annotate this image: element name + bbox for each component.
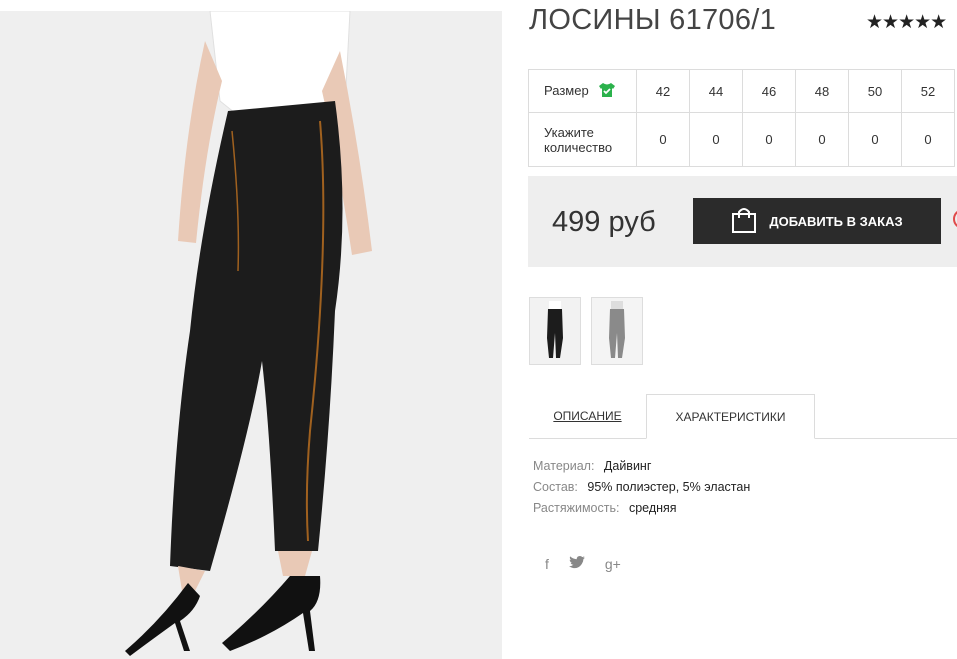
shopping-bag-icon bbox=[731, 206, 757, 237]
property-row: Растяжимость: средняя bbox=[533, 498, 750, 519]
price: 499 руб bbox=[552, 206, 656, 238]
quantity-input[interactable]: 0 bbox=[742, 112, 796, 167]
property-key: Состав: bbox=[533, 480, 578, 494]
size-option[interactable]: 46 bbox=[742, 69, 796, 113]
thumbnail-1[interactable] bbox=[529, 297, 581, 365]
add-to-order-button[interactable]: ДОБАВИТЬ В ЗАКАЗ bbox=[693, 198, 941, 244]
tshirt-check-icon[interactable] bbox=[598, 82, 616, 101]
favorite-icon[interactable] bbox=[953, 209, 957, 229]
quantity-input[interactable]: 0 bbox=[848, 112, 902, 167]
property-key: Материал: bbox=[533, 459, 595, 473]
rating-stars[interactable]: ★★★★★ bbox=[866, 11, 947, 34]
size-option[interactable]: 48 bbox=[795, 69, 849, 113]
property-key: Растяжимость: bbox=[533, 501, 620, 515]
facebook-icon[interactable]: f bbox=[545, 556, 549, 572]
size-label-cell: Размер bbox=[528, 69, 637, 113]
quantity-label: Укажите количество bbox=[528, 112, 637, 167]
property-value: средняя bbox=[628, 501, 677, 515]
product-tabs: ОПИСАНИЕ ХАРАКТЕРИСТИКИ bbox=[529, 394, 957, 439]
size-option[interactable]: 52 bbox=[901, 69, 955, 113]
google-plus-icon[interactable]: g+ bbox=[605, 556, 621, 572]
tab-characteristics[interactable]: ХАРАКТЕРИСТИКИ bbox=[646, 394, 815, 439]
quantity-input[interactable]: 0 bbox=[636, 112, 690, 167]
product-title: ЛОСИНЫ 61706/1 bbox=[529, 4, 777, 36]
size-option[interactable]: 50 bbox=[848, 69, 902, 113]
size-option[interactable]: 44 bbox=[689, 69, 743, 113]
twitter-icon[interactable] bbox=[568, 556, 585, 572]
add-to-order-label: ДОБАВИТЬ В ЗАКАЗ bbox=[769, 213, 903, 229]
quantity-input[interactable]: 0 bbox=[901, 112, 955, 167]
characteristics-list: Материал: Дайвинг Состав: 95% полиэстер,… bbox=[533, 456, 750, 519]
thumbnail-2[interactable] bbox=[591, 297, 643, 365]
buy-box: 499 руб ДОБАВИТЬ В ЗАКАЗ bbox=[528, 176, 957, 267]
social-share: f g+ bbox=[545, 556, 621, 572]
quantity-input[interactable]: 0 bbox=[689, 112, 743, 167]
property-row: Материал: Дайвинг bbox=[533, 456, 750, 477]
product-main-image[interactable] bbox=[0, 11, 502, 659]
property-row: Состав: 95% полиэстер, 5% эластан bbox=[533, 477, 750, 498]
size-table: Размер 42 44 46 48 50 52 Укажите количес… bbox=[528, 69, 955, 167]
size-option[interactable]: 42 bbox=[636, 69, 690, 113]
tab-description[interactable]: ОПИСАНИЕ bbox=[529, 394, 646, 438]
property-value: Дайвинг bbox=[603, 459, 652, 473]
quantity-input[interactable]: 0 bbox=[795, 112, 849, 167]
property-value: 95% полиэстер, 5% эластан bbox=[587, 480, 751, 494]
size-label: Размер bbox=[544, 82, 589, 98]
